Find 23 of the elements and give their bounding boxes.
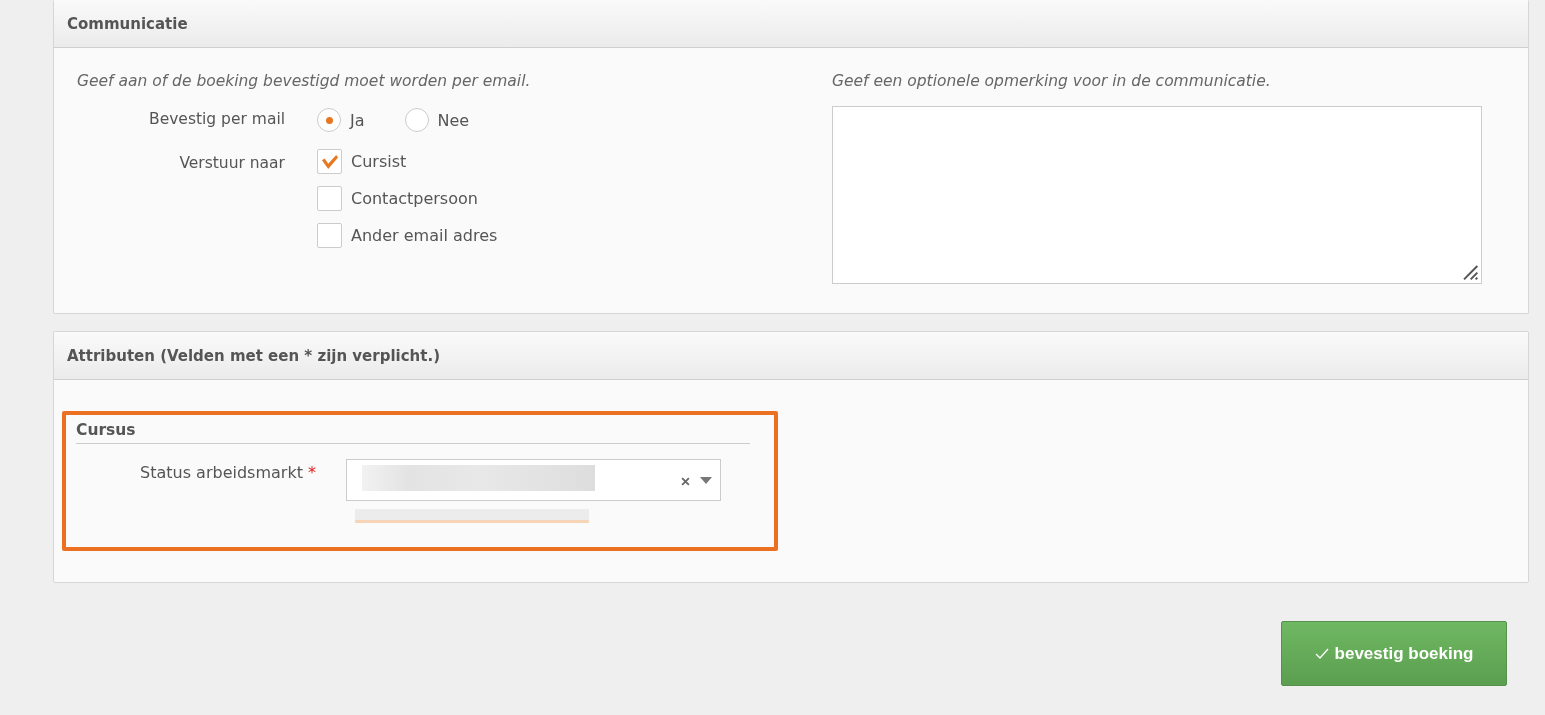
radio-option[interactable]: Nee: [404, 108, 470, 132]
checkbox-option[interactable]: Cursist: [317, 149, 498, 174]
field-label: Bevestig per mail: [148, 110, 286, 130]
radio-button[interactable]: [404, 108, 429, 132]
checkmark-icon: [321, 154, 339, 170]
panel-title: Communicatie: [67, 14, 188, 33]
checkbox-option[interactable]: Ander email adres: [317, 223, 498, 248]
checkbox[interactable]: [317, 186, 342, 211]
field-label: Verstuur naar: [178, 154, 286, 174]
radio-button[interactable]: [317, 108, 341, 132]
hint-text: Geef een optionele opmerking voor in de communicatie.: [832, 72, 1272, 90]
clear-icon[interactable]: [681, 477, 690, 486]
check-icon: [1314, 648, 1329, 659]
radio-option[interactable]: Ja: [317, 108, 365, 132]
checkbox[interactable]: [317, 223, 342, 248]
group-title: Cursus: [76, 421, 750, 444]
checkbox[interactable]: [317, 149, 342, 174]
remark-textarea[interactable]: [832, 106, 1482, 284]
panel-title: Attributen (Velden met een * zijn verplicht.): [67, 346, 440, 365]
checkbox-option[interactable]: Contactpersoon: [317, 186, 498, 211]
field-label: Status arbeidsmarkt *: [139, 462, 317, 484]
caret-icon: [700, 477, 712, 484]
hint-text: Geef aan of de boeking bevestigd moet worden per email.: [77, 72, 532, 90]
